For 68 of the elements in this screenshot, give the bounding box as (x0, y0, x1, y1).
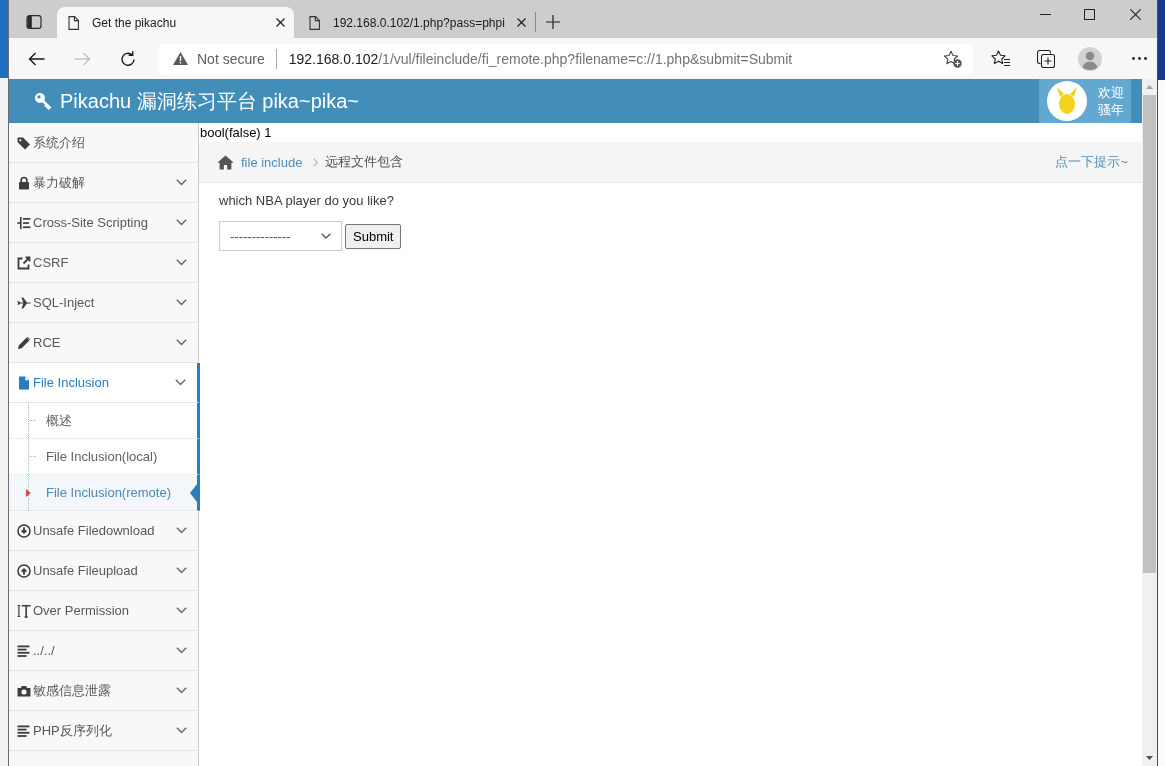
camera-icon (17, 683, 31, 698)
plus-squares-icon[interactable] (1037, 49, 1055, 68)
sidebar-item[interactable]: File Inclusion (9, 363, 200, 403)
close-icon[interactable] (1130, 9, 1141, 20)
chevron-right-icon (313, 157, 319, 167)
refresh-icon[interactable] (120, 50, 136, 67)
share-icon (17, 255, 31, 270)
warning-icon[interactable] (173, 52, 188, 65)
sidebar-subitem[interactable]: File Inclusion(remote) (9, 475, 200, 511)
align-left-icon (17, 643, 31, 658)
upload-circle-icon (17, 563, 31, 578)
tab-actions-icon[interactable] (26, 14, 42, 30)
close-icon[interactable] (276, 18, 285, 27)
chevron-down-icon (176, 647, 187, 654)
chevron-down-icon (176, 259, 187, 266)
chevron-down-icon (176, 607, 187, 614)
debug-output: bool(false) 1 (199, 124, 273, 142)
text-height-icon (17, 603, 31, 618)
scrollbar[interactable] (1142, 79, 1157, 766)
home-icon (217, 154, 234, 170)
security-label[interactable]: Not secure (197, 50, 265, 67)
sidebar-subitem[interactable]: File Inclusion(local) (9, 439, 200, 475)
star-plus-icon[interactable] (943, 49, 962, 68)
page-icon (68, 15, 79, 30)
sidebar-subitem[interactable]: 概述 (9, 403, 200, 439)
maximize-icon[interactable] (1084, 9, 1095, 20)
pointer-arrow-icon (190, 483, 197, 502)
chevron-down-icon (176, 527, 187, 534)
chevron-down-icon (176, 687, 187, 694)
chevron-down-icon (321, 233, 331, 239)
chevron-down-icon (175, 379, 186, 386)
key-icon (34, 92, 52, 110)
site-title: Pikachu 漏洞练习平台 pika~pika~ (60, 88, 359, 114)
close-icon[interactable] (517, 18, 526, 27)
plane-icon (17, 295, 31, 310)
avatar-icon (1047, 81, 1087, 121)
chevron-down-icon (176, 567, 187, 574)
file-icon (17, 375, 31, 390)
chevron-down-icon (176, 219, 187, 226)
url-text: 192.168.0.102/1/vul/fileinclude/fi_remote.php?filename=c://1.php&submit=Submit (288, 50, 793, 67)
welcome-text: 骚年 (1098, 101, 1124, 118)
caret-icon (26, 488, 31, 497)
breadcrumb-current: 远程文件包含 (325, 153, 404, 171)
chevron-down-icon (176, 339, 187, 346)
browser-tab[interactable]: Get the pikachu (57, 7, 294, 38)
chevron-down-icon (176, 179, 187, 186)
tag-icon (17, 135, 31, 150)
chevron-down-icon (176, 727, 187, 734)
back-icon[interactable] (28, 51, 45, 66)
star-list-icon[interactable] (991, 50, 1010, 67)
indent-list-icon (17, 215, 31, 230)
plus-icon[interactable] (546, 15, 560, 29)
browser-tab[interactable]: 192.168.0.102/1.php?pass=phpi (298, 7, 535, 38)
more-icon[interactable] (1132, 57, 1147, 60)
submit-button[interactable]: Submit (345, 223, 402, 249)
scrollbar-thumb[interactable] (1143, 95, 1156, 573)
lock-icon (17, 175, 31, 190)
welcome-text: 欢迎 (1098, 84, 1124, 101)
address-field[interactable]: Not secure 192.168.0.102/1/vul/fileinclude/fi_remote.php?filename=c://1.php&submit=Submit (159, 43, 973, 74)
player-select[interactable]: -------------- (219, 221, 342, 251)
page-icon (309, 15, 320, 30)
download-circle-icon (17, 523, 31, 538)
chevron-down-icon (176, 299, 187, 306)
pencil-icon (17, 335, 31, 350)
question-text: which NBA player do you like? (219, 193, 395, 209)
profile-icon[interactable] (1078, 46, 1102, 71)
align-left-icon (17, 723, 31, 738)
scroll-down-icon[interactable] (1146, 756, 1153, 760)
